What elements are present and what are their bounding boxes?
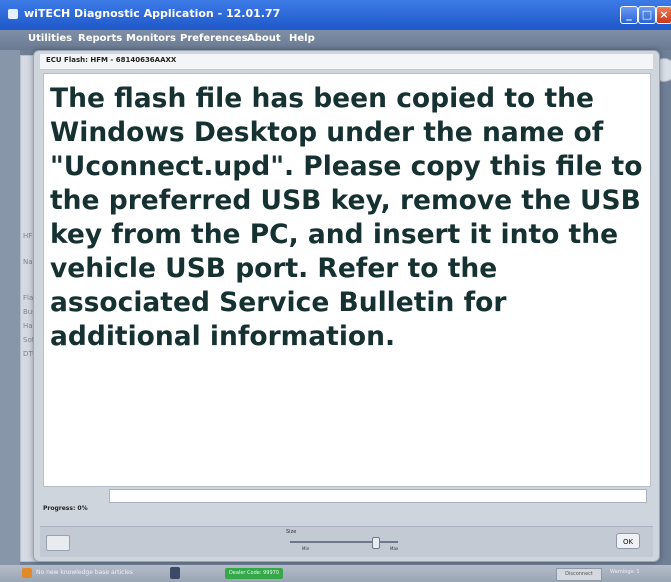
slider-min-label: Min bbox=[302, 546, 310, 551]
background-side-strip bbox=[0, 50, 20, 570]
menu-monitors[interactable]: Monitors bbox=[126, 33, 176, 44]
slider-thumb[interactable] bbox=[371, 537, 380, 549]
menu-reports[interactable]: Reports bbox=[78, 33, 122, 44]
background-label-hf: HF bbox=[23, 232, 33, 240]
slider-max-label: Max bbox=[390, 546, 399, 551]
progress-bar bbox=[109, 489, 647, 503]
app-icon bbox=[8, 9, 18, 19]
close-icon: × bbox=[659, 8, 669, 21]
dialog-title: ECU Flash: HFM - 68140636AAXX bbox=[46, 56, 177, 64]
ok-button[interactable]: OK bbox=[616, 533, 640, 549]
dialog-left-button[interactable] bbox=[46, 535, 70, 551]
minimize-button[interactable]: _ bbox=[620, 6, 638, 24]
maximize-icon: □ bbox=[641, 8, 653, 21]
close-button[interactable]: × bbox=[656, 6, 671, 24]
menu-help[interactable]: Help bbox=[289, 33, 315, 44]
ecu-flash-dialog: ECU Flash: HFM - 68140636AAXX The flash … bbox=[33, 50, 660, 562]
title-bar: wiTECH Diagnostic Application - 12.01.77… bbox=[0, 0, 671, 30]
disconnect-button[interactable]: Disconnect bbox=[556, 568, 602, 581]
status-bar: No new knowledge base articles Dealer Co… bbox=[0, 565, 671, 582]
maximize-button[interactable]: □ bbox=[638, 6, 656, 24]
text-size-slider[interactable] bbox=[290, 537, 398, 549]
menu-utilities[interactable]: Utilities bbox=[28, 33, 72, 44]
dealer-code-badge: Dealer Code: 99970 bbox=[225, 568, 283, 579]
knowledge-base-icon[interactable] bbox=[22, 568, 32, 578]
menu-about[interactable]: About bbox=[247, 33, 281, 44]
message-area: The flash file has been copied to the Wi… bbox=[43, 73, 651, 487]
menu-preferences[interactable]: Preferences bbox=[180, 33, 248, 44]
size-label: Size bbox=[286, 529, 297, 535]
progress-label: Progress: 0% bbox=[43, 505, 88, 512]
dialog-button-bar: Size Min Max OK bbox=[40, 526, 653, 557]
warnings-status[interactable]: Warnings: 1 bbox=[610, 569, 640, 575]
dialog-header: ECU Flash: HFM - 68140636AAXX bbox=[40, 54, 653, 70]
window-title: wiTECH Diagnostic Application - 12.01.77 bbox=[24, 7, 281, 20]
minimize-icon: _ bbox=[626, 8, 632, 21]
knowledge-base-status[interactable]: No new knowledge base articles bbox=[36, 569, 133, 576]
flash-instructions-message: The flash file has been copied to the Wi… bbox=[50, 83, 643, 352]
connection-icon bbox=[170, 567, 180, 579]
menu-bar: Utilities Reports Monitors Preferences A… bbox=[0, 30, 671, 50]
